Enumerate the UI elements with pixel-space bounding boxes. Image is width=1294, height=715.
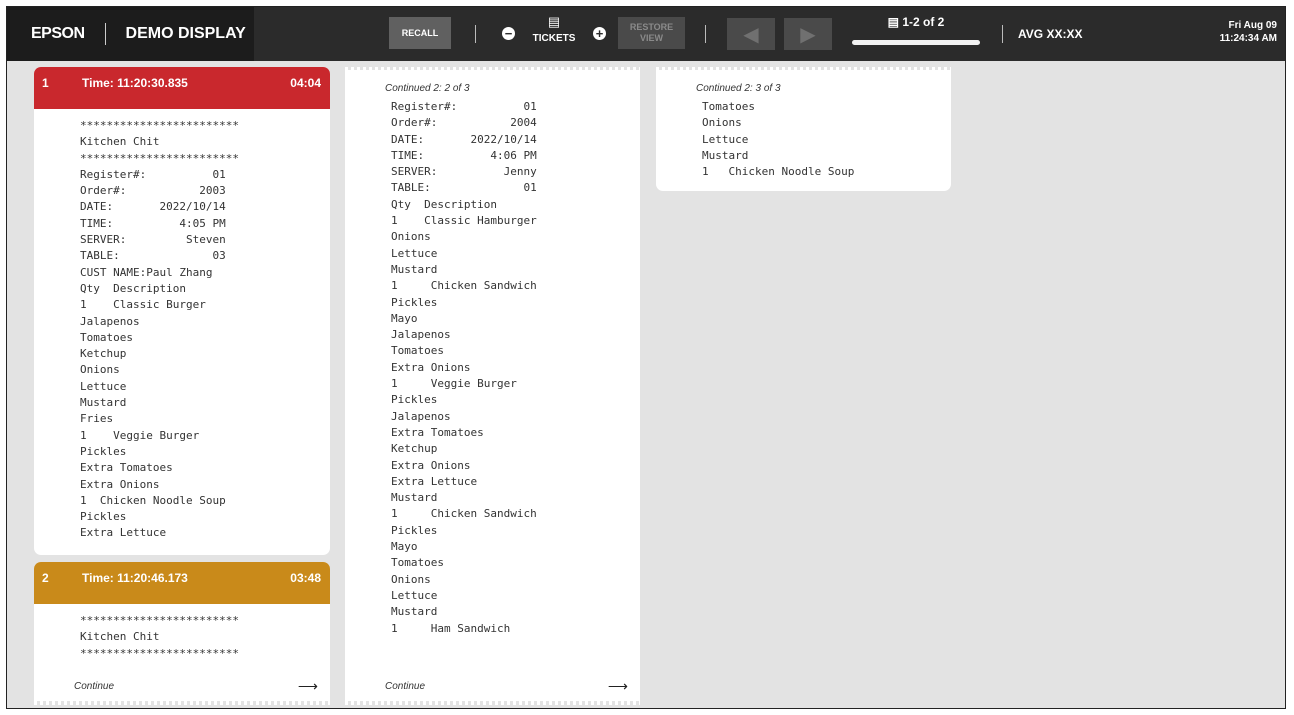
epson-logo: EPSON bbox=[31, 25, 85, 42]
ticket-continuation[interactable]: Continued 2: 2 of 3 Register#: 01 Order#… bbox=[345, 67, 640, 705]
ticket-continuation[interactable]: Continued 2: 3 of 3 Tomatoes Onions Lett… bbox=[656, 67, 951, 191]
arrow-right-icon: ⟶ bbox=[607, 678, 628, 694]
ticket-number: 1 bbox=[42, 76, 49, 90]
top-bar: EPSON DEMO DISPLAY RECALL − ▤ TICKETS + … bbox=[7, 7, 1285, 61]
tickets-label: TICKETS bbox=[532, 33, 576, 44]
page-progress-bar bbox=[852, 40, 980, 45]
tear-edge bbox=[656, 67, 951, 70]
arrow-left-icon: ◀ bbox=[743, 23, 759, 46]
divider bbox=[475, 25, 476, 43]
clock: Fri Aug 09 11:24:34 AM bbox=[1220, 19, 1277, 45]
ticket-card[interactable]: 1 Time: 11:20:30.835 04:04 *************… bbox=[34, 67, 330, 555]
current-time: 11:24:34 AM bbox=[1219, 33, 1277, 44]
tear-edge bbox=[34, 701, 330, 705]
continue-footer: Continue ⟶ bbox=[34, 678, 330, 697]
previous-page-button[interactable]: ◀ bbox=[727, 18, 775, 50]
document-icon: ▤ bbox=[547, 14, 561, 29]
tear-edge bbox=[345, 67, 640, 70]
arrow-right-icon: ⟶ bbox=[297, 678, 318, 694]
ticket-card[interactable]: 2 Time: 11:20:46.173 03:48 *************… bbox=[34, 562, 330, 705]
continue-footer: Continue ⟶ bbox=[345, 678, 640, 697]
brand-area: EPSON DEMO DISPLAY bbox=[7, 7, 254, 61]
continue-label: Continue bbox=[385, 681, 426, 692]
continue-label: Continue bbox=[74, 681, 115, 692]
current-date: Fri Aug 09 bbox=[1228, 20, 1277, 31]
ticket-time: Time: 11:20:46.173 bbox=[82, 571, 188, 585]
divider bbox=[705, 25, 706, 43]
kds-window: EPSON DEMO DISPLAY RECALL − ▤ TICKETS + … bbox=[6, 6, 1286, 709]
continuation-label: Continued 2: 2 of 3 bbox=[385, 83, 470, 94]
page-indicator: ▤ 1-2 of 2 bbox=[852, 15, 980, 45]
tear-edge bbox=[345, 701, 640, 705]
ticket-body: ************************ Kitchen Chit **… bbox=[80, 119, 239, 540]
average-time: AVG XX:XX bbox=[1018, 27, 1083, 41]
ticket-body: Register#: 01 Order#: 2004 DATE: 2022/10… bbox=[391, 100, 537, 635]
increase-tickets-icon[interactable]: + bbox=[593, 27, 606, 40]
ticket-header: 1 Time: 11:20:30.835 04:04 bbox=[34, 67, 330, 109]
restore-label-line2: VIEW bbox=[639, 33, 663, 43]
tickets-control: ▤ TICKETS bbox=[527, 15, 581, 46]
document-icon: ▤ bbox=[887, 15, 903, 29]
ticket-time: Time: 11:20:30.835 bbox=[82, 76, 188, 90]
divider bbox=[1002, 25, 1003, 43]
ticket-elapsed: 03:48 bbox=[290, 571, 321, 585]
ticket-header: 2 Time: 11:20:46.173 03:48 bbox=[34, 562, 330, 604]
brand-divider bbox=[104, 23, 106, 45]
continuation-label: Continued 2: 3 of 3 bbox=[696, 83, 781, 94]
next-page-button[interactable]: ▶ bbox=[784, 18, 832, 50]
ticket-elapsed: 04:04 bbox=[290, 76, 321, 90]
ticket-body: Tomatoes Onions Lettuce Mustard 1 Chicke… bbox=[702, 100, 855, 179]
arrow-right-icon: ▶ bbox=[800, 23, 816, 46]
restore-view-button[interactable]: RESTORE VIEW bbox=[618, 17, 685, 49]
decrease-tickets-icon[interactable]: − bbox=[502, 27, 515, 40]
recall-button[interactable]: RECALL bbox=[389, 17, 451, 49]
ticket-number: 2 bbox=[42, 571, 49, 585]
restore-label-line1: RESTORE bbox=[629, 22, 674, 32]
display-title: DEMO DISPLAY bbox=[125, 25, 246, 42]
page-count: 1-2 of 2 bbox=[902, 15, 945, 29]
ticket-body: ************************ Kitchen Chit **… bbox=[80, 614, 239, 660]
